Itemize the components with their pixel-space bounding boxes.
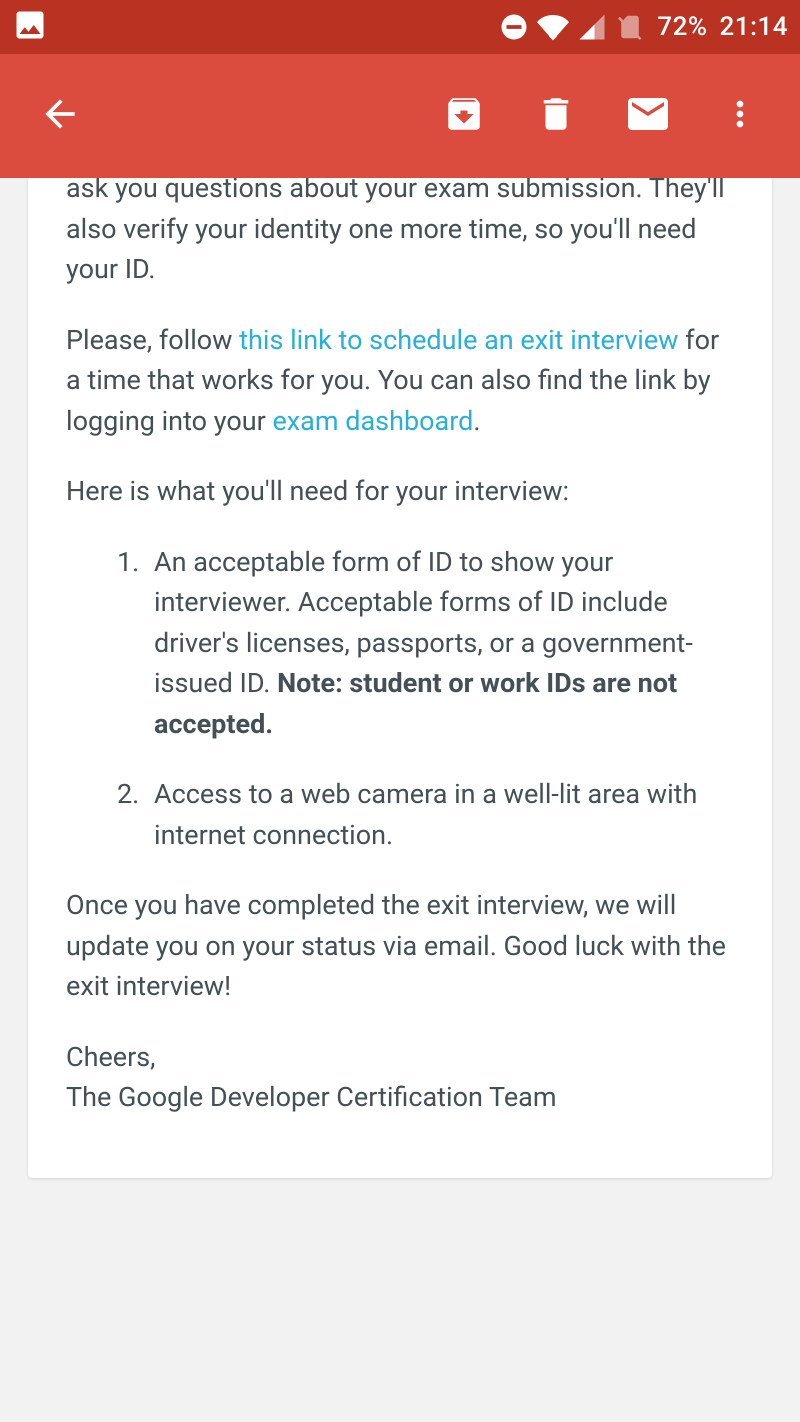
delete-icon — [535, 93, 577, 139]
list-item: An acceptable form of ID to show your in… — [146, 542, 734, 745]
dnd-icon — [499, 12, 529, 42]
more-vert-icon — [720, 94, 760, 138]
signature: Cheers, The Google Developer Certificati… — [66, 1037, 734, 1118]
status-right: 72% 21:14 — [499, 11, 788, 43]
archive-icon — [443, 93, 485, 139]
text-fragment: . — [473, 405, 480, 437]
paragraph-intro: ask you questions about your exam submis… — [66, 178, 734, 290]
arrow-back-icon — [38, 92, 82, 140]
paragraph-need: Here is what you'll need for your interv… — [66, 471, 734, 512]
exam-dashboard-link[interactable]: exam dashboard — [272, 405, 473, 437]
no-sim-icon — [615, 12, 645, 42]
status-bar: 72% 21:14 — [0, 0, 800, 54]
content-area[interactable]: ask you questions about your exam submis… — [0, 178, 800, 1422]
battery-text: 72% — [657, 12, 707, 42]
schedule-interview-link[interactable]: this link to schedule an exit interview — [239, 324, 678, 356]
mark-unread-button[interactable] — [612, 80, 684, 152]
text-fragment: Please, follow — [66, 324, 239, 356]
image-icon — [12, 7, 48, 47]
mail-icon — [624, 90, 672, 142]
app-bar — [0, 54, 800, 178]
delete-button[interactable] — [520, 80, 592, 152]
email-body: ask you questions about your exam submis… — [28, 178, 772, 1178]
requirements-list: An acceptable form of ID to show your in… — [66, 542, 734, 856]
status-left — [12, 7, 48, 47]
signature-cheers: Cheers, — [66, 1041, 155, 1073]
paragraph-links: Please, follow this link to schedule an … — [66, 320, 734, 442]
back-button[interactable] — [24, 80, 96, 152]
signature-team: The Google Developer Certification Team — [66, 1081, 557, 1113]
list-item: Access to a web camera in a well-lit are… — [146, 774, 734, 855]
archive-button[interactable] — [428, 80, 500, 152]
back-button-container — [24, 80, 408, 152]
wifi-icon — [537, 11, 569, 43]
clock-text: 21:14 — [720, 12, 788, 42]
cell-signal-icon — [577, 12, 607, 42]
paragraph-closing: Once you have completed the exit intervi… — [66, 885, 734, 1007]
more-button[interactable] — [704, 80, 776, 152]
